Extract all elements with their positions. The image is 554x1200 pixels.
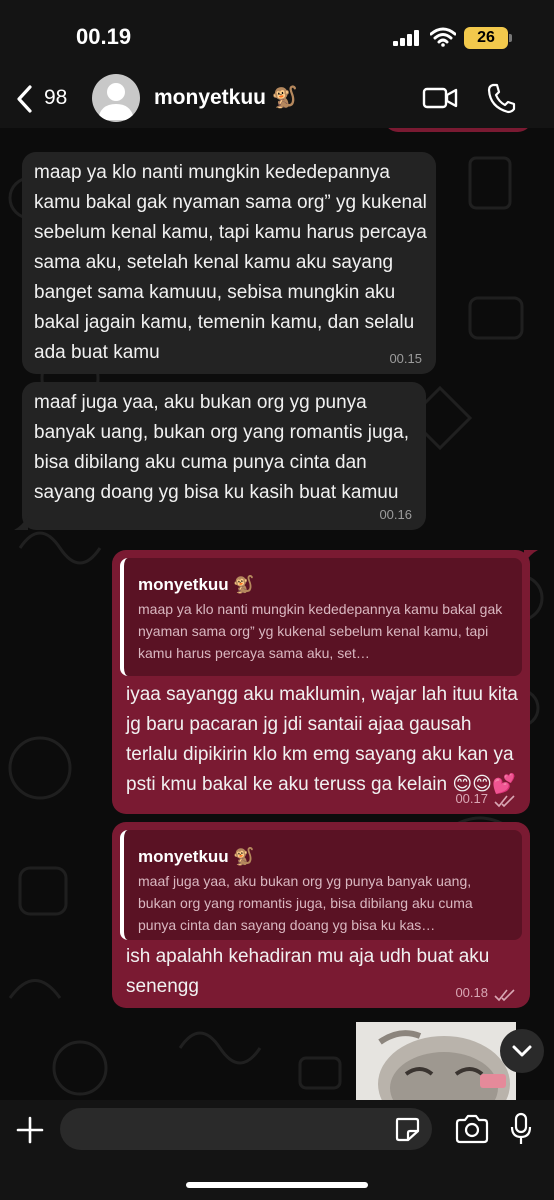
bubble-tail [14, 516, 28, 530]
camera-icon[interactable] [454, 1114, 490, 1144]
battery-indicator: 26 [464, 27, 512, 49]
message-list[interactable]: maap ya klo nanti mungkin kededepannya k… [0, 128, 554, 1100]
scroll-to-bottom-button[interactable] [500, 1029, 544, 1073]
message-time: 00.18 [455, 985, 488, 1000]
status-bar: 00.19 26 [0, 0, 554, 70]
message-text: maaf juga yaa, aku bukan org yg punya ba… [34, 392, 409, 503]
message-outgoing[interactable]: monyetkuu 🐒 maaf juga yaa, aku bukan org… [112, 822, 530, 1008]
contact-name[interactable]: monyetkuu 🐒 [154, 86, 298, 110]
sticker-image[interactable] [356, 1022, 516, 1100]
message-time: 00.15 [389, 351, 422, 366]
wifi-icon [430, 27, 456, 47]
battery-level: 26 [477, 29, 495, 46]
default-avatar-icon [98, 83, 134, 120]
quoted-message[interactable]: monyetkuu 🐒 maaf juga yaa, aku bukan org… [120, 830, 522, 940]
quote-author: monyetkuu 🐒 [138, 847, 255, 866]
message-text: iyaa sayangg aku maklumin, wajar lah itu… [126, 684, 518, 795]
bubble-tail [524, 550, 538, 564]
video-call-icon[interactable] [422, 84, 458, 112]
read-ticks-icon [494, 795, 515, 808]
chevron-down-icon [512, 1045, 532, 1057]
plus-icon[interactable] [14, 1114, 46, 1146]
sticker-cat-drawing [356, 1022, 516, 1100]
message-input[interactable] [60, 1108, 432, 1150]
message-text: maap ya klo nanti mungkin kededepannya k… [34, 162, 427, 363]
avatar[interactable] [92, 74, 140, 122]
quote-text: maaf juga yaa, aku bukan org yg punya ba… [138, 873, 473, 933]
read-ticks-icon [494, 989, 515, 1002]
message-bubble-cropped [384, 128, 532, 132]
message-time: 00.17 [455, 791, 488, 806]
status-time: 00.19 [76, 24, 132, 49]
quote-text: maap ya klo nanti mungkin kededepannya k… [138, 601, 503, 661]
signal-icon [393, 30, 419, 46]
sticker-icon[interactable] [394, 1116, 420, 1142]
message-incoming[interactable]: maaf juga yaa, aku bukan org yg punya ba… [14, 382, 426, 530]
unread-count[interactable]: 98 [44, 86, 67, 110]
message-time: 00.16 [379, 507, 412, 522]
composer-bar [0, 1100, 554, 1200]
message-incoming[interactable]: maap ya klo nanti mungkin kededepannya k… [22, 152, 436, 374]
mic-icon[interactable] [510, 1112, 532, 1146]
chat-header: 98 monyetkuu 🐒 [0, 70, 554, 128]
home-indicator [186, 1182, 368, 1188]
phone-icon[interactable] [486, 82, 516, 114]
message-outgoing[interactable]: monyetkuu 🐒 maap ya klo nanti mungkin ke… [112, 550, 538, 814]
quote-author: monyetkuu 🐒 [138, 575, 255, 594]
back-chevron-icon[interactable] [14, 84, 36, 114]
quoted-message[interactable]: monyetkuu 🐒 maap ya klo nanti mungkin ke… [120, 558, 522, 676]
